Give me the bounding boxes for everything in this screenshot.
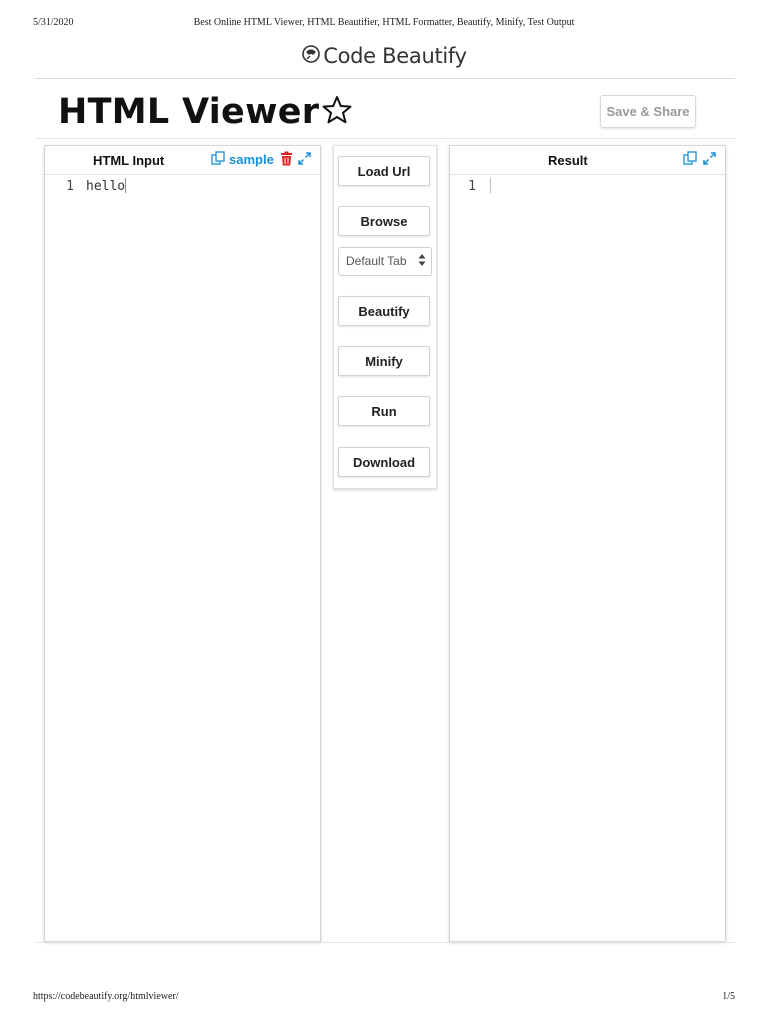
line-number: 1 [66,179,74,194]
copy-icon[interactable] [211,151,226,169]
print-header: 5/31/2020 Best Online HTML Viewer, HTML … [0,17,768,33]
tab-size-value: Default Tab [346,254,407,268]
logo-icon [301,44,321,64]
bottom-divider [35,942,735,943]
tools-column: Load Url Browse Default Tab Beautify Min… [333,145,437,489]
result-line-number: 1 [468,179,476,194]
page-title-text: HTML Viewer [58,92,320,132]
result-header: Result [450,146,725,175]
print-doc-title: Best Online HTML Viewer, HTML Beautifier… [193,17,575,28]
print-page-number: 1/5 [722,991,735,1002]
html-input-title: HTML Input [93,153,165,168]
browse-button[interactable]: Browse [338,206,430,236]
select-arrows-icon [418,253,426,270]
trash-icon[interactable] [280,151,293,169]
brand-logo[interactable]: Code Beautify [0,44,768,68]
page-title: HTML Viewer [58,92,353,132]
editor-text[interactable]: hello [86,179,125,194]
brand-divider [35,78,735,79]
html-input-editor[interactable]: 1 hello [60,178,127,194]
tab-size-select[interactable]: Default Tab [338,247,432,276]
result-expand-icon[interactable] [702,151,717,169]
text-cursor [125,178,127,193]
minify-button[interactable]: Minify [338,346,430,376]
download-button[interactable]: Download [338,447,430,477]
sample-link[interactable]: sample [229,152,274,167]
expand-icon[interactable] [297,151,312,169]
result-copy-icon[interactable] [683,151,698,169]
html-input-panel: HTML Input sample [44,145,321,942]
result-cursor [490,178,491,193]
result-title: Result [548,153,588,168]
result-editor[interactable]: 1 [462,178,491,194]
result-panel: Result [449,145,726,942]
brand-name: Code Beautify [323,44,467,68]
load-url-button[interactable]: Load Url [338,156,430,186]
print-url: https://codebeautify.org/htmlviewer/ [33,991,179,1002]
star-icon[interactable] [321,94,353,126]
beautify-button[interactable]: Beautify [338,296,430,326]
save-share-button[interactable]: Save & Share [600,95,696,128]
run-button[interactable]: Run [338,396,430,426]
title-divider [35,138,735,139]
html-input-header: HTML Input sample [45,146,320,175]
